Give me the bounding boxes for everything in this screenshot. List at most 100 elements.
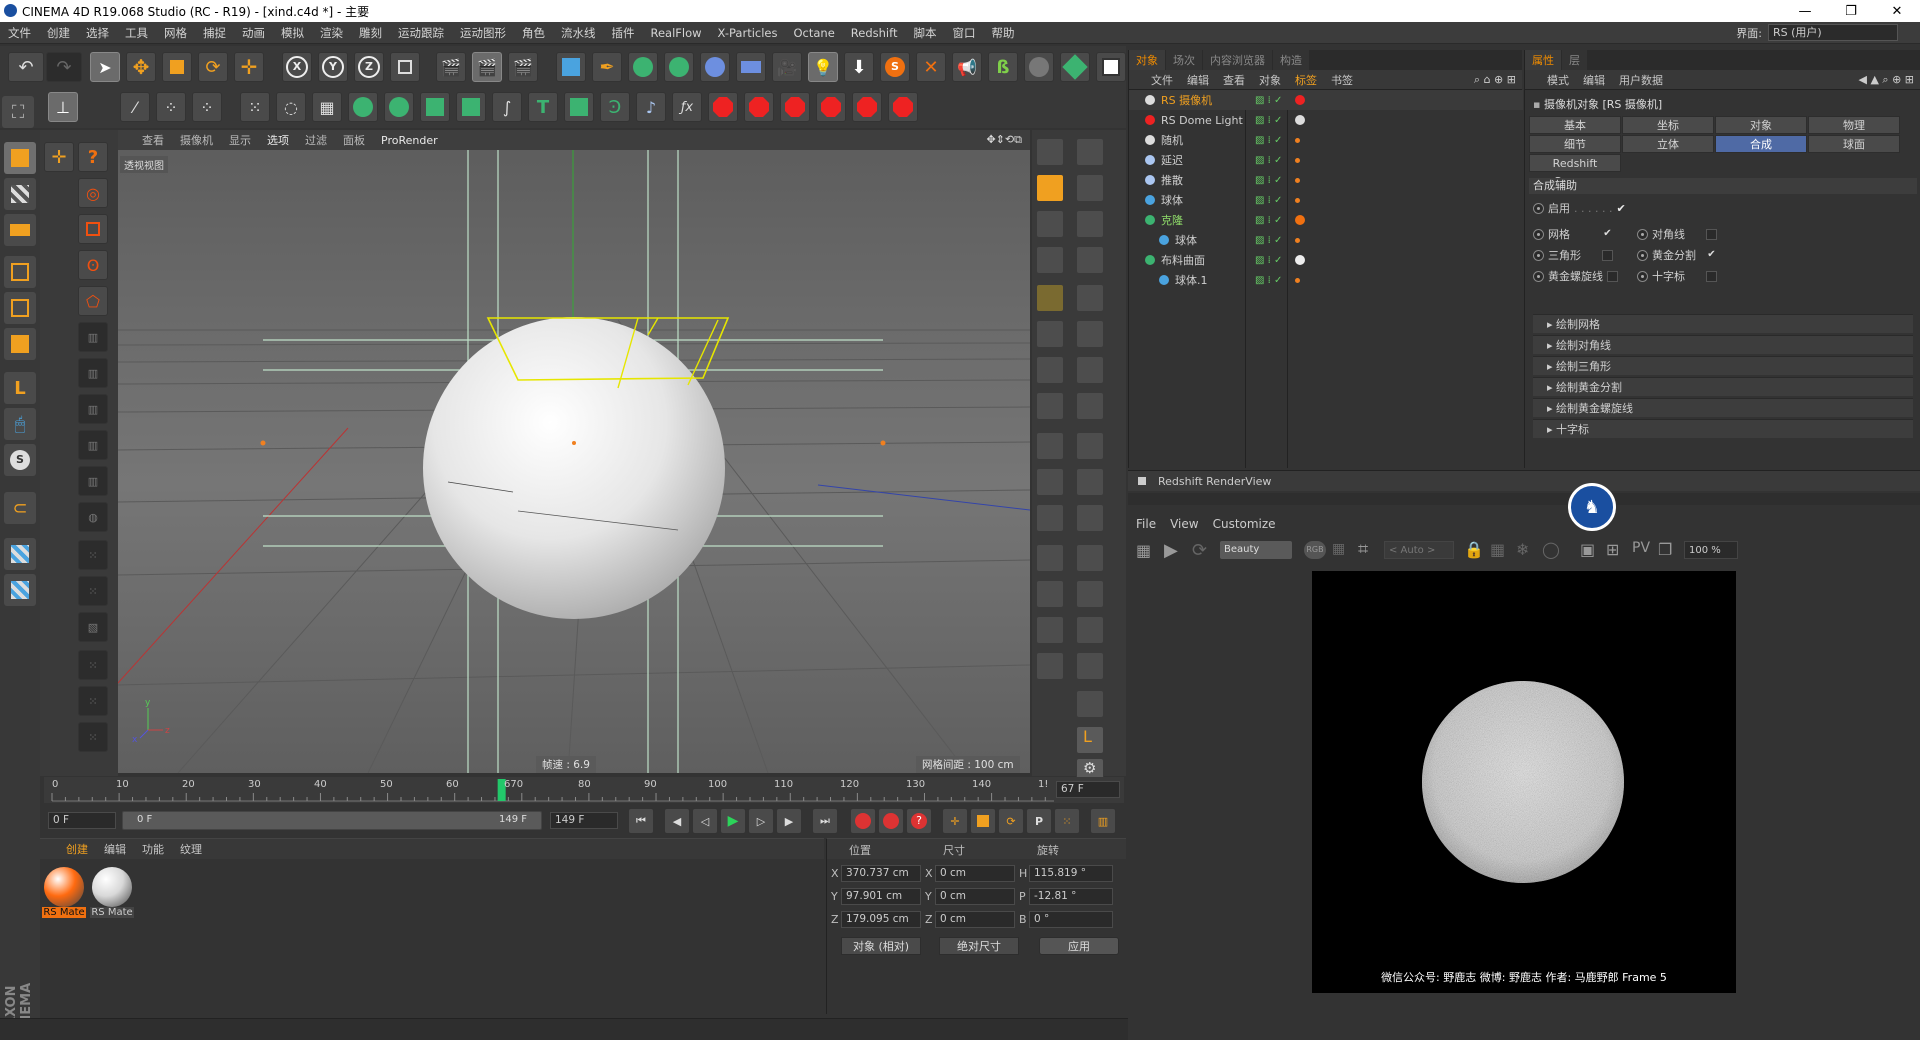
visibility-toggle-icon[interactable]: ▨ ⁞ ✓: [1255, 195, 1282, 206]
object-row[interactable]: 延迟 ▨ ⁞ ✓: [1129, 150, 1523, 170]
size-y-field[interactable]: 0 cm: [935, 888, 1015, 905]
model-mode-button[interactable]: [4, 142, 36, 174]
rv-menu-view[interactable]: View: [1170, 517, 1198, 531]
floor-button[interactable]: [736, 52, 766, 82]
tool-g-button[interactable]: ⁙: [78, 540, 108, 570]
menu-help[interactable]: 帮助: [983, 25, 1022, 41]
rt-tool-29[interactable]: [1076, 652, 1104, 680]
render-play-icon[interactable]: ▶: [1164, 540, 1178, 561]
menu-pipeline[interactable]: 流水线: [553, 25, 604, 41]
restore-icon[interactable]: ❐: [1828, 0, 1874, 22]
menu-simulate[interactable]: 模拟: [273, 25, 312, 41]
option-checkbox-icon[interactable]: [1706, 228, 1717, 240]
size-z-field[interactable]: 0 cm: [935, 911, 1015, 928]
make-editable-button[interactable]: ⛶: [2, 96, 34, 128]
vp-menu-prorender[interactable]: ProRender: [381, 134, 438, 147]
object-tag-icon[interactable]: [1295, 215, 1305, 225]
cube-button[interactable]: [556, 52, 586, 82]
key-rotation-button[interactable]: ⟳: [998, 808, 1024, 834]
formula-effector-button[interactable]: ƒx: [672, 92, 702, 122]
grid-icon[interactable]: ▦: [1332, 541, 1345, 557]
menu-select[interactable]: 选择: [78, 25, 117, 41]
visibility-toggle-icon[interactable]: ▨ ⁞ ✓: [1255, 235, 1282, 246]
object-row[interactable]: RS 摄像机 ▨ ⁞ ✓: [1129, 90, 1523, 110]
obj-menu-file[interactable]: 文件: [1151, 72, 1173, 88]
size-x-field[interactable]: 0 cm: [935, 865, 1015, 882]
animate-radio-icon[interactable]: [1637, 249, 1648, 261]
rt-tool-24[interactable]: [1036, 580, 1064, 608]
menu-plugins[interactable]: 插件: [604, 25, 643, 41]
polygons-mode-button[interactable]: ▦: [312, 92, 342, 122]
menu-realflow[interactable]: RealFlow: [643, 26, 710, 40]
obj-menu-bookmarks[interactable]: 书签: [1331, 72, 1353, 88]
lock-workplane-button[interactable]: [4, 538, 36, 570]
object-tag-icon[interactable]: [1295, 157, 1300, 163]
octane-button[interactable]: [1060, 52, 1090, 82]
rect-selection-button[interactable]: [78, 214, 108, 244]
tool-j-button[interactable]: ⁙: [78, 650, 108, 680]
rt-tool-23[interactable]: [1076, 544, 1104, 572]
workplane-button[interactable]: ⊥: [48, 92, 78, 122]
interface-dropdown[interactable]: RS (用户): [1768, 24, 1898, 41]
tool-h-button[interactable]: ⁙: [78, 576, 108, 606]
matrix-button[interactable]: [384, 92, 414, 122]
render-canvas[interactable]: 微信公众号: 野鹿志 微博: 野鹿志 作者: 马鹿野郎 Frame 5: [1312, 571, 1736, 993]
object-tag-icon[interactable]: [1295, 237, 1300, 243]
animate-radio-icon[interactable]: [1637, 228, 1648, 240]
live-selection-button[interactable]: ◎: [78, 178, 108, 208]
coordinate-system-button[interactable]: [390, 52, 420, 82]
menu-motion-tracking[interactable]: 运动跟踪: [390, 25, 452, 41]
redshift-button[interactable]: [1096, 52, 1126, 82]
menu-xparticles[interactable]: X-Particles: [710, 26, 786, 40]
rt-tool-6[interactable]: [1036, 246, 1064, 274]
object-row[interactable]: 推散 ▨ ⁞ ✓: [1129, 170, 1523, 190]
recent-tool-button[interactable]: ✛: [234, 52, 264, 82]
enable-check-icon[interactable]: ✔: [1616, 202, 1625, 215]
mat-menu-edit[interactable]: 编辑: [104, 841, 126, 857]
object-search-icon[interactable]: ⌕ ⌂ ⊕ ⊞: [1474, 73, 1516, 87]
download-button[interactable]: ⬇: [844, 52, 874, 82]
rt-tool-14[interactable]: [1036, 392, 1064, 420]
menu-animate[interactable]: 动画: [234, 25, 273, 41]
rt-tool-28[interactable]: [1036, 652, 1064, 680]
obj-menu-edit[interactable]: 编辑: [1187, 72, 1209, 88]
attr-menu-mode[interactable]: 模式: [1547, 72, 1569, 88]
mat-menu-create[interactable]: 创建: [66, 841, 88, 857]
tab-objects[interactable]: 对象: [1129, 50, 1165, 70]
animate-radio-icon[interactable]: [1533, 228, 1544, 240]
tiles-icon[interactable]: ▦: [1490, 540, 1505, 559]
spline-wrap-button[interactable]: Ͽ: [600, 92, 630, 122]
tool-e-button[interactable]: ▥: [78, 466, 108, 496]
menu-mograph[interactable]: 运动图形: [452, 25, 514, 41]
tool-d-button[interactable]: ▥: [78, 430, 108, 460]
text-button[interactable]: T: [528, 92, 558, 122]
object-row[interactable]: 球体 ▨ ⁞ ✓: [1129, 230, 1523, 250]
render-settings-button[interactable]: 🎬: [508, 52, 538, 82]
viewport[interactable]: y z x: [118, 130, 1030, 773]
attr-menu-userdata[interactable]: 用户数据: [1619, 72, 1663, 88]
attr-tab-composition[interactable]: 合成: [1715, 135, 1807, 153]
attr-tab-spherical[interactable]: 球面: [1808, 135, 1900, 153]
particles-button[interactable]: ✕: [916, 52, 946, 82]
move-axis-button[interactable]: ✛: [44, 142, 74, 172]
object-row[interactable]: RS Dome Light ▨ ⁞ ✓: [1129, 110, 1523, 130]
select-tool-button[interactable]: ➤: [90, 52, 120, 82]
visibility-toggle-icon[interactable]: ▨ ⁞ ✓: [1255, 135, 1282, 146]
key-pla-button[interactable]: ⁙: [1054, 808, 1080, 834]
mat-menu-function[interactable]: 功能: [142, 841, 164, 857]
rt-tool-13[interactable]: [1076, 356, 1104, 384]
position-z-field[interactable]: 179.095 cm: [841, 911, 921, 928]
material-swatch-2[interactable]: RS Mate: [90, 865, 134, 921]
rt-tool-30[interactable]: [1076, 690, 1104, 718]
attr-tab-basic[interactable]: 基本: [1529, 116, 1621, 134]
obj-menu-object[interactable]: 对象: [1259, 72, 1281, 88]
animate-radio-icon[interactable]: [1637, 270, 1648, 282]
rt-tool-9[interactable]: [1076, 284, 1104, 312]
rt-tool-4[interactable]: [1036, 210, 1064, 238]
animate-radio-icon[interactable]: [1533, 202, 1544, 214]
object-tag-icon[interactable]: [1295, 95, 1305, 105]
minimize-icon[interactable]: —: [1782, 0, 1828, 22]
key-position-button[interactable]: ✛: [942, 808, 968, 834]
enable-row[interactable]: 启用 . . . . . . ✔: [1533, 200, 1626, 216]
scale-tool-button[interactable]: [162, 52, 192, 82]
